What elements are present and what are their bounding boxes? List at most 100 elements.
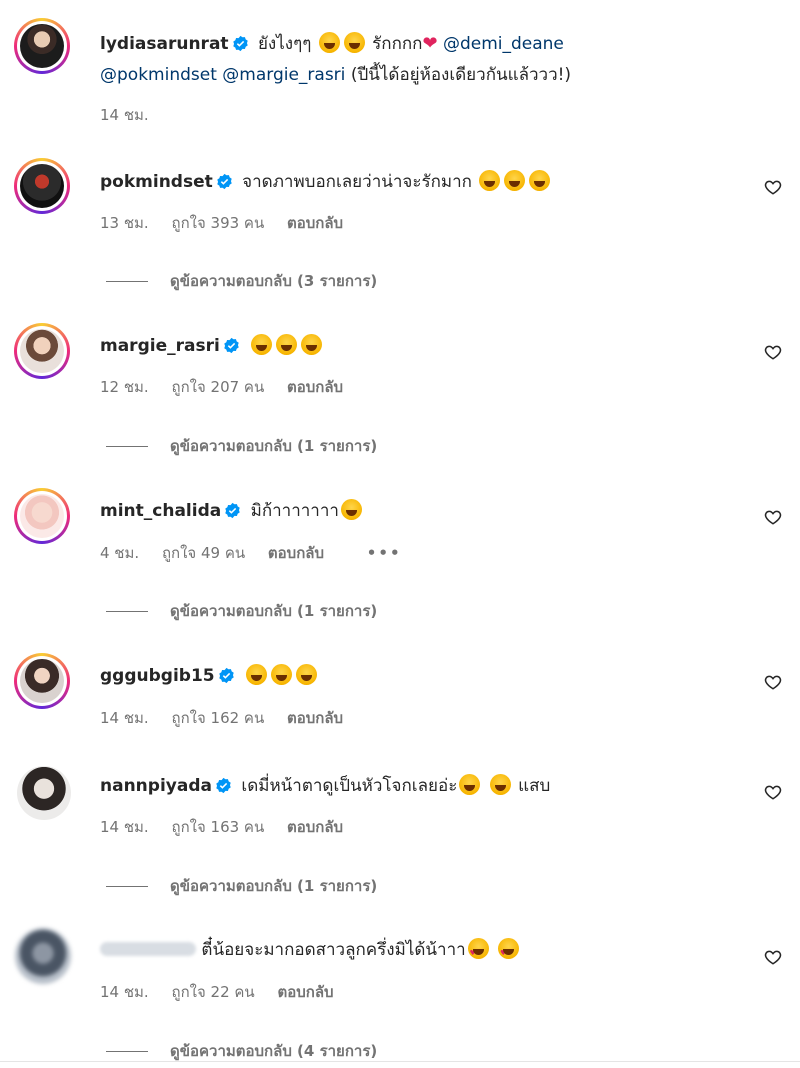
comment-time: 13 ชม. bbox=[100, 214, 149, 232]
caption-line-1: lydiasarunrat ยังไงๆๆ รักกกก❤ @demi_dean… bbox=[100, 32, 564, 56]
view-replies-button[interactable]: ดูข้อความตอบกลับ (3 รายการ) bbox=[106, 269, 377, 293]
reply-button[interactable]: ตอบกลับ bbox=[277, 983, 333, 1001]
comment-time: 12 ชม. bbox=[100, 378, 149, 396]
comment-text: ตี๋น้อยจะมากอดสาวลูกครึ่งมิได้น้าาา bbox=[201, 940, 466, 960]
comment-username[interactable]: mint_chalida bbox=[100, 501, 221, 521]
mention-link[interactable]: @pokmindset bbox=[100, 65, 217, 85]
divider bbox=[106, 1051, 148, 1052]
comment-time: 4 ชม. bbox=[100, 544, 140, 562]
view-replies-button[interactable]: ดูข้อความตอบกลับ (1 รายการ) bbox=[106, 434, 377, 458]
comment-likes[interactable]: ถูกใจ 162 คน bbox=[171, 709, 264, 727]
comment-time: 14 ชม. bbox=[100, 983, 149, 1001]
comment-body: ตี๋น้อยจะมากอดสาวลูกครึ่งมิได้น้าาา bbox=[100, 938, 521, 965]
heart-eyes-emoji-icon bbox=[498, 938, 520, 965]
comment-body: pokmindset จาดภาพบอกเลยว่าน่าจะรักมาก bbox=[100, 170, 552, 194]
comment-avatar[interactable] bbox=[15, 928, 71, 984]
comment-likes[interactable]: ถูกใจ 22 คน bbox=[171, 983, 254, 1001]
reply-button[interactable]: ตอบกลับ bbox=[268, 544, 324, 562]
comment-avatar[interactable] bbox=[14, 488, 70, 544]
comment-time: 14 ชม. bbox=[100, 818, 149, 836]
mention-link[interactable]: @demi_deane bbox=[443, 34, 564, 54]
like-heart-icon[interactable] bbox=[764, 948, 782, 966]
view-replies-label: ดูข้อความตอบกลับ (1 รายการ) bbox=[170, 602, 378, 620]
comment-username[interactable]: margie_rasri bbox=[100, 336, 220, 356]
comment-avatar[interactable] bbox=[14, 323, 70, 379]
caption-time: 14 ชม. bbox=[100, 106, 149, 124]
view-replies-label: ดูข้อความตอบกลับ (3 รายการ) bbox=[170, 272, 378, 290]
post-caption: lydiasarunrat ยังไงๆๆ รักกกก❤ @demi_dean… bbox=[0, 0, 800, 140]
laughing-emoji-icon bbox=[343, 32, 365, 53]
comment-avatar[interactable] bbox=[17, 766, 71, 820]
comment-avatar[interactable] bbox=[14, 653, 70, 709]
view-replies-button[interactable]: ดูข้อความตอบกลับ (1 รายการ) bbox=[106, 599, 377, 623]
like-heart-icon[interactable] bbox=[764, 343, 782, 361]
comment-body: gggubgib15 bbox=[100, 664, 319, 688]
caption-username[interactable]: lydiasarunrat bbox=[100, 34, 229, 54]
comment-likes[interactable]: ถูกใจ 207 คน bbox=[171, 378, 264, 396]
caption-text-c: (ปีนี้ได้อยู่ห้องเดียวกันแล้ววว!) bbox=[350, 65, 572, 85]
caption-text-b: รักกกก bbox=[372, 34, 423, 54]
verified-badge-icon bbox=[217, 173, 232, 190]
comment-likes[interactable]: ถูกใจ 393 คน bbox=[171, 214, 264, 232]
more-options-icon[interactable]: ••• bbox=[367, 544, 402, 562]
laughing-emoji-icon bbox=[251, 334, 273, 355]
divider bbox=[106, 446, 148, 447]
comment-time: 14 ชม. bbox=[100, 709, 149, 727]
view-replies-button[interactable]: ดูข้อความตอบกลับ (4 รายการ) bbox=[106, 1039, 377, 1063]
comment-likes[interactable]: ถูกใจ 49 คน bbox=[162, 544, 245, 562]
comment-meta: 14 ชม. ถูกใจ 22 คน ตอบกลับ bbox=[100, 980, 352, 1004]
laughing-emoji-icon bbox=[271, 664, 293, 685]
rofl-emoji-icon bbox=[529, 170, 551, 191]
comment-username[interactable]: gggubgib15 bbox=[100, 666, 215, 686]
caption-meta: 14 ชม. bbox=[100, 103, 167, 127]
comment-username[interactable]: pokmindset bbox=[100, 172, 213, 192]
comment-avatar[interactable] bbox=[14, 158, 70, 214]
like-heart-icon[interactable] bbox=[764, 178, 782, 196]
view-replies-label: ดูข้อความตอบกลับ (1 รายการ) bbox=[170, 437, 378, 455]
mention-link[interactable]: @margie_rasri bbox=[222, 65, 345, 85]
comment-text-after: แสบ bbox=[518, 776, 551, 796]
laughing-emoji-icon bbox=[246, 664, 268, 685]
verified-badge-icon bbox=[216, 777, 231, 794]
caption-line-2: @pokmindset @margie_rasri (ปีนี้ได้อยู่ห… bbox=[100, 63, 571, 87]
comment-text: จาดภาพบอกเลยว่าน่าจะรักมาก bbox=[242, 172, 472, 192]
comment-username[interactable]: nannpiyada bbox=[100, 776, 212, 796]
laughing-emoji-icon bbox=[301, 334, 323, 355]
like-heart-icon[interactable] bbox=[764, 508, 782, 526]
divider bbox=[106, 611, 148, 612]
verified-badge-icon bbox=[224, 337, 239, 354]
reply-button[interactable]: ตอบกลับ bbox=[287, 818, 343, 836]
caption-text-a: ยังไงๆๆ bbox=[257, 34, 312, 54]
comment-meta: 14 ชม. ถูกใจ 162 คน ตอบกลับ bbox=[100, 706, 361, 730]
comment-text: มิก้าาาาาาา bbox=[250, 501, 339, 521]
laughing-emoji-icon bbox=[340, 499, 362, 520]
comment-body: mint_chalida มิก้าาาาาาา bbox=[100, 499, 364, 523]
reply-button[interactable]: ตอบกลับ bbox=[287, 378, 343, 396]
view-replies-label: ดูข้อความตอบกลับ (4 รายการ) bbox=[170, 1042, 378, 1060]
reply-button[interactable]: ตอบกลับ bbox=[287, 709, 343, 727]
comment-meta: 12 ชม. ถูกใจ 207 คน ตอบกลับ bbox=[100, 375, 361, 399]
rofl-emoji-icon bbox=[489, 774, 511, 795]
comment-body: nannpiyada เดมี่หน้าตาดูเป็นหัวโจกเลยอ่ะ… bbox=[100, 774, 550, 798]
red-heart-emoji-icon: ❤ bbox=[422, 33, 438, 54]
view-replies-button[interactable]: ดูข้อความตอบกลับ (1 รายการ) bbox=[106, 874, 377, 898]
blurred-username[interactable] bbox=[100, 942, 196, 956]
comment-meta: 14 ชม. ถูกใจ 163 คน ตอบกลับ bbox=[100, 815, 361, 839]
laughing-emoji-icon bbox=[318, 32, 340, 53]
rofl-emoji-icon bbox=[504, 170, 526, 191]
laughing-emoji-icon bbox=[276, 334, 298, 355]
comment-likes[interactable]: ถูกใจ 163 คน bbox=[171, 818, 264, 836]
heart-eyes-emoji-icon bbox=[467, 938, 489, 965]
reply-button[interactable]: ตอบกลับ bbox=[287, 214, 343, 232]
bottom-divider bbox=[0, 1061, 800, 1062]
divider bbox=[106, 281, 148, 282]
comment-text: เดมี่หน้าตาดูเป็นหัวโจกเลยอ่ะ bbox=[241, 776, 458, 796]
comment-meta: 13 ชม. ถูกใจ 393 คน ตอบกลับ bbox=[100, 211, 361, 235]
like-heart-icon[interactable] bbox=[764, 673, 782, 691]
view-replies-label: ดูข้อความตอบกลับ (1 รายการ) bbox=[170, 877, 378, 895]
caption-avatar[interactable] bbox=[14, 18, 70, 74]
divider bbox=[106, 886, 148, 887]
verified-badge-icon bbox=[218, 667, 234, 684]
like-heart-icon[interactable] bbox=[764, 783, 782, 801]
rofl-emoji-icon bbox=[459, 774, 481, 795]
